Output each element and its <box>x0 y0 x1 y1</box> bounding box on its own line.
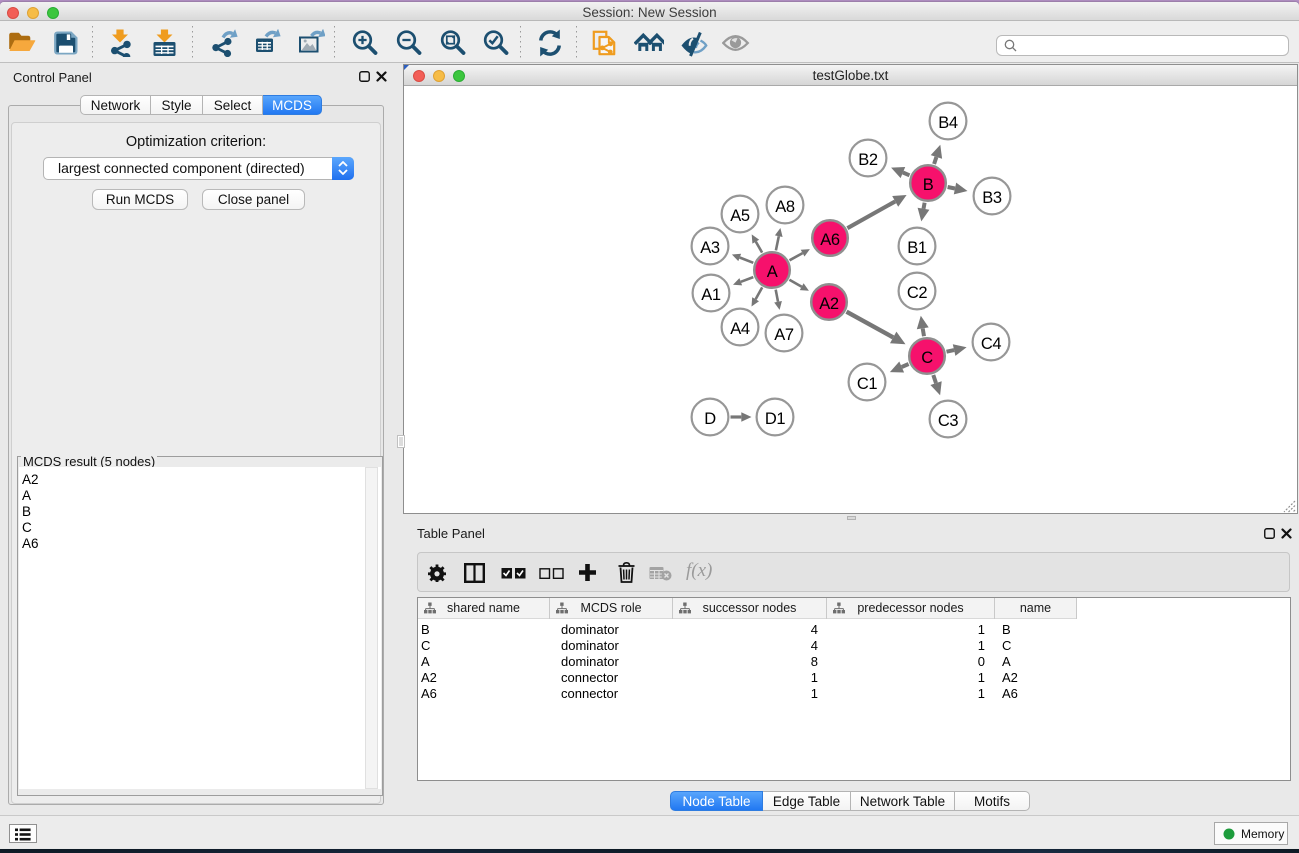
svg-text:C: C <box>921 349 933 367</box>
svg-text:B: B <box>923 176 934 194</box>
svg-text:C4: C4 <box>981 335 1002 353</box>
svg-text:A2: A2 <box>819 295 839 313</box>
svg-text:A1: A1 <box>701 286 721 304</box>
svg-text:C2: C2 <box>907 284 928 302</box>
svg-text:A7: A7 <box>774 326 794 344</box>
svg-text:A8: A8 <box>775 198 795 216</box>
svg-text:A4: A4 <box>730 320 750 338</box>
svg-text:B1: B1 <box>907 239 927 257</box>
svg-text:B3: B3 <box>982 189 1002 207</box>
svg-text:A6: A6 <box>820 231 840 249</box>
svg-text:A: A <box>767 263 778 281</box>
svg-text:B2: B2 <box>858 151 878 169</box>
svg-text:A5: A5 <box>730 207 750 225</box>
svg-text:D1: D1 <box>765 410 786 428</box>
svg-text:C3: C3 <box>938 412 959 430</box>
svg-text:A3: A3 <box>700 239 720 257</box>
svg-text:C1: C1 <box>857 375 878 393</box>
svg-text:B4: B4 <box>938 114 958 132</box>
svg-text:D: D <box>704 410 716 428</box>
